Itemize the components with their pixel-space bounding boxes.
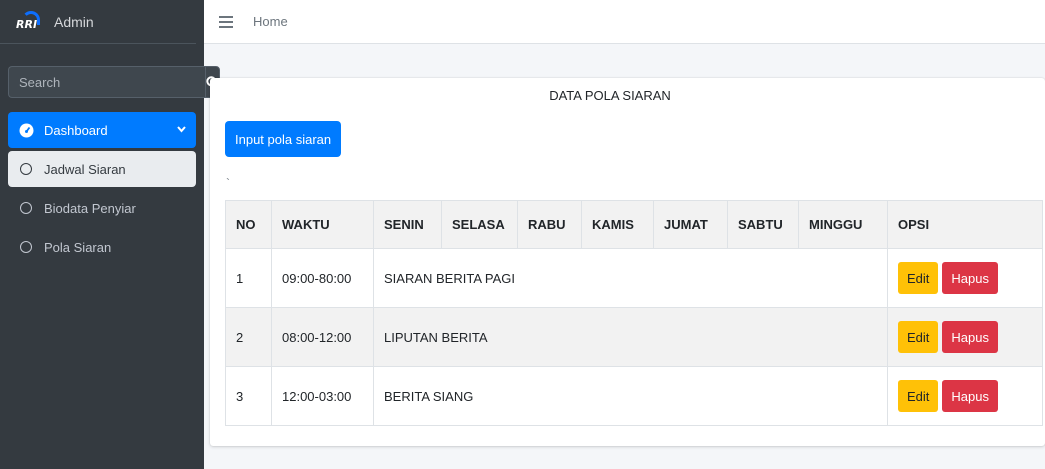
- edit-button[interactable]: Edit: [898, 321, 939, 353]
- column-header: SENIN: [373, 200, 442, 249]
- table-header-row: NO WAKTU SENIN SELASA RABU KAMIS JUMAT S…: [225, 200, 1043, 249]
- circle-icon: [18, 200, 34, 216]
- stray-character: `: [226, 176, 230, 190]
- cell-waktu: 09:00-80:00: [271, 248, 374, 308]
- pola-siaran-table: NO WAKTU SENIN SELASA RABU KAMIS JUMAT S…: [225, 200, 1043, 426]
- top-navbar: Home: [204, 0, 1045, 44]
- cell-no: 3: [225, 366, 272, 426]
- rri-logo: RRI: [16, 10, 44, 33]
- circle-icon: [18, 161, 34, 177]
- sidebar-search: [8, 66, 220, 98]
- sidebar-item-jadwal-siaran[interactable]: Jadwal Siaran: [8, 151, 196, 187]
- delete-button[interactable]: Hapus: [942, 321, 998, 353]
- pola-siaran-card: DATA POLA SIARAN Input pola siaran ` NO …: [210, 78, 1045, 446]
- table-row: 2 08:00-12:00 LIPUTAN BERITA Edit Hapus: [225, 307, 1043, 367]
- column-header: MINGGU: [798, 200, 888, 249]
- edit-button[interactable]: Edit: [898, 262, 939, 294]
- cell-no: 1: [225, 248, 272, 308]
- sidebar-item-biodata-penyiar[interactable]: Biodata Penyiar: [8, 190, 196, 226]
- input-pola-siaran-button[interactable]: Input pola siaran: [225, 121, 342, 157]
- column-header: SELASA: [441, 200, 518, 249]
- table-row: 3 12:00-03:00 BERITA SIANG Edit Hapus: [225, 366, 1043, 426]
- sidebar-item-label: Jadwal Siaran: [44, 161, 126, 177]
- hamburger-icon[interactable]: [219, 15, 233, 28]
- column-header: KAMIS: [581, 200, 654, 249]
- cell-opsi: Edit Hapus: [887, 248, 1043, 308]
- cell-waktu: 08:00-12:00: [271, 307, 374, 367]
- brand-link[interactable]: RRI Admin: [0, 0, 196, 44]
- cell-waktu: 12:00-03:00: [271, 366, 374, 426]
- cell-no: 2: [225, 307, 272, 367]
- table-row: 1 09:00-80:00 SIARAN BERITA PAGI Edit Hap…: [225, 248, 1043, 308]
- sidebar-item-label: Dashboard: [44, 122, 108, 138]
- circle-icon: [18, 239, 34, 255]
- cell-program: LIPUTAN BERITA: [373, 307, 888, 367]
- card-title: DATA POLA SIARAN: [549, 88, 671, 103]
- column-header: SABTU: [727, 200, 799, 249]
- brand-name: Admin: [54, 13, 94, 30]
- column-header: OPSI: [887, 200, 1043, 249]
- search-input[interactable]: [8, 66, 205, 98]
- sidebar-item-label: Pola Siaran: [44, 239, 112, 255]
- sidebar-item-dashboard[interactable]: Dashboard: [8, 112, 196, 148]
- column-header: RABU: [517, 200, 582, 249]
- sidebar-item-pola-siaran[interactable]: Pola Siaran: [8, 229, 196, 265]
- sidebar: RRI Admin Dashboard: [0, 0, 220, 469]
- delete-button[interactable]: Hapus: [942, 262, 998, 294]
- delete-button[interactable]: Hapus: [942, 380, 998, 412]
- chevron-down-icon: [177, 125, 186, 136]
- sidebar-item-label: Biodata Penyiar: [44, 200, 136, 216]
- cell-opsi: Edit Hapus: [887, 307, 1043, 367]
- home-link[interactable]: Home: [253, 14, 288, 29]
- column-header: WAKTU: [271, 200, 374, 249]
- sidebar-nav: Dashboard Jadwal Siaran Biodata Penyiar …: [8, 112, 196, 268]
- cell-program: BERITA SIANG: [373, 366, 888, 426]
- cell-opsi: Edit Hapus: [887, 366, 1043, 426]
- column-header: NO: [225, 200, 272, 249]
- column-header: JUMAT: [653, 200, 728, 249]
- cell-program: SIARAN BERITA PAGI: [373, 248, 888, 308]
- edit-button[interactable]: Edit: [898, 380, 939, 412]
- dashboard-icon: [18, 122, 34, 138]
